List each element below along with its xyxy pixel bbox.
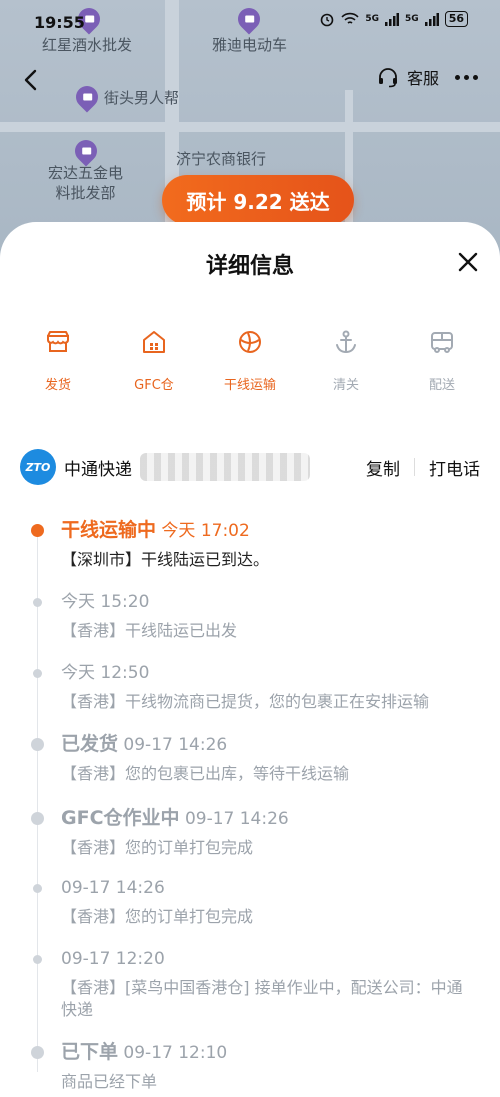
event-time: 今天 17:02 xyxy=(161,521,250,541)
event-time: 09-17 12:20 xyxy=(61,949,165,969)
signal-icon xyxy=(385,12,400,26)
divider xyxy=(414,458,415,476)
timeline-dot xyxy=(31,1046,44,1059)
anchor-icon xyxy=(336,330,356,354)
step-label: 干线运输 xyxy=(223,378,276,393)
sheet-title: 详细信息 xyxy=(205,254,294,279)
timeline-event: 09-17 12:20 【香港】[菜鸟中国香港仓] 接单作业中，配送公司：中通快… xyxy=(30,947,480,1021)
close-button[interactable] xyxy=(456,250,480,274)
battery-indicator: 56 xyxy=(444,11,468,27)
event-time: 09-17 12:10 xyxy=(123,1043,228,1063)
event-desc: 商品已经下单 xyxy=(61,1072,158,1091)
shop-icon xyxy=(47,331,69,352)
timeline-event: 09-17 14:26 【香港】您的订单打包完成 xyxy=(30,876,480,928)
timeline-event: 今天 15:20 【香港】干线陆运已出发 xyxy=(30,590,480,642)
event-title: 已发货 xyxy=(61,733,119,755)
event-desc: 【深圳市】干线陆运已到达。 xyxy=(61,550,270,569)
carrier-name: 中通快递 xyxy=(64,459,132,480)
event-title: GFC仓作业中 xyxy=(61,807,180,829)
timeline-event: 已下单 09-17 12:10 商品已经下单 xyxy=(30,1040,480,1093)
map-poi: 街头男人帮 xyxy=(71,81,179,113)
step-delivery: 配送 xyxy=(394,328,490,393)
trunk-transport-icon xyxy=(239,331,261,353)
wifi-icon xyxy=(341,12,359,24)
alarm-icon xyxy=(321,13,334,27)
event-title: 干线运输中 xyxy=(61,519,157,541)
timeline-event: 已发货 09-17 14:26 【香港】您的包裹已出库，等待干线运输 xyxy=(30,732,480,785)
event-title: 已下单 xyxy=(61,1041,119,1063)
headset-icon xyxy=(378,68,397,88)
timeline-event: 今天 12:50 【香港】干线物流商已提货，您的包裹正在安排运输 xyxy=(30,661,480,713)
step-label: 清关 xyxy=(332,378,359,393)
step-customs: 清关 xyxy=(298,328,394,393)
delivery-truck-icon xyxy=(431,332,453,353)
map-pin-icon xyxy=(71,81,103,113)
timeline-dot xyxy=(31,812,44,825)
copy-button[interactable]: 复制 xyxy=(366,455,400,480)
detail-sheet: 详细信息 发货 GFC仓 干线运输 清关 配送 ZTO 中通快递 复制 打电话 … xyxy=(0,222,500,1097)
warehouse-icon xyxy=(143,331,165,353)
tracking-number-redacted xyxy=(140,453,310,481)
step-label: 配送 xyxy=(428,378,455,393)
close-icon xyxy=(458,252,478,272)
more-options-icon[interactable] xyxy=(455,74,478,80)
event-time: 今天 12:50 xyxy=(61,663,150,683)
status-bar: 19:55 5G 5G 56 xyxy=(0,0,500,44)
timeline-event: 干线运输中 今天 17:02 【深圳市】干线陆运已到达。 xyxy=(30,518,480,571)
step-gfc-warehouse: GFC仓 xyxy=(106,328,202,393)
event-desc: 【香港】干线物流商已提货，您的包裹正在安排运输 xyxy=(61,692,430,711)
chevron-left-icon xyxy=(24,69,37,91)
event-time: 09-17 14:26 xyxy=(123,735,228,755)
event-desc: 【香港】[菜鸟中国香港仓] 接单作业中，配送公司：中通快递 xyxy=(61,978,463,1019)
step-shipped: 发货 xyxy=(10,328,106,393)
timeline-dot xyxy=(33,598,42,607)
event-time: 09-17 14:26 xyxy=(184,809,289,829)
timeline-dot xyxy=(33,669,42,678)
customer-service-label: 客服 xyxy=(406,69,439,88)
step-trunk-transport: 干线运输 xyxy=(202,328,298,393)
customer-service-button[interactable]: 客服 xyxy=(377,65,478,89)
status-time: 19:55 xyxy=(34,13,85,32)
map-poi: 济宁农商银行 xyxy=(176,150,267,168)
eta-badge: 预计 9.22 送达 xyxy=(162,175,354,225)
timeline-dot xyxy=(31,738,44,751)
timeline-event: GFC仓作业中 09-17 14:26 【香港】您的订单打包完成 xyxy=(30,806,480,859)
event-desc: 【香港】您的订单打包完成 xyxy=(61,907,254,926)
step-label: GFC仓 xyxy=(134,378,174,393)
timeline-dot xyxy=(33,955,42,964)
map-poi: 宏达五金电 料批发部 xyxy=(48,135,123,202)
map-pin-icon xyxy=(69,135,102,167)
event-desc: 【香港】您的订单打包完成 xyxy=(61,838,254,857)
call-button[interactable]: 打电话 xyxy=(429,455,480,480)
carrier-logo: ZTO xyxy=(20,449,56,485)
event-time: 09-17 14:26 xyxy=(61,878,165,898)
signal-5g-label: 5G xyxy=(365,14,380,24)
timeline-dot xyxy=(33,884,42,893)
event-desc: 【香港】您的包裹已出库，等待干线运输 xyxy=(61,764,350,783)
back-button[interactable] xyxy=(18,66,46,94)
timeline-dot xyxy=(31,524,44,537)
event-desc: 【香港】干线陆运已出发 xyxy=(61,621,238,640)
carrier-row: ZTO 中通快递 复制 打电话 xyxy=(20,449,480,485)
map-road xyxy=(0,122,500,132)
signal-icon xyxy=(424,12,439,26)
status-icons: 5G 5G 56 xyxy=(319,11,468,27)
step-label: 发货 xyxy=(44,378,71,393)
signal-5g-label: 5G xyxy=(405,14,419,24)
event-time: 今天 15:20 xyxy=(61,592,150,612)
progress-steps: 发货 GFC仓 干线运输 清关 配送 xyxy=(10,328,490,393)
